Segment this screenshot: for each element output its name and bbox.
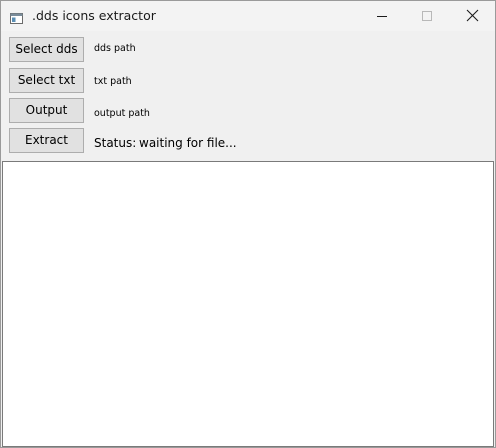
title-bar[interactable]: .dds icons extractor xyxy=(1,1,495,31)
minimize-button[interactable] xyxy=(359,1,405,31)
window-title: .dds icons extractor xyxy=(32,8,156,23)
status-value: waiting for file... xyxy=(139,136,237,150)
output-path-label: output path xyxy=(94,108,150,119)
txt-path-label: txt path xyxy=(94,76,132,87)
app-window-icon xyxy=(10,9,23,24)
output-button[interactable]: Output xyxy=(9,98,84,123)
maximize-button[interactable] xyxy=(404,1,450,31)
app-window: .dds icons extractor Select dds dds path… xyxy=(0,0,496,448)
dds-path-label: dds path xyxy=(94,43,136,54)
status-caption: Status: xyxy=(94,136,137,150)
select-txt-button[interactable]: Select txt xyxy=(9,68,84,93)
extract-button[interactable]: Extract xyxy=(9,128,84,153)
close-button[interactable] xyxy=(450,1,495,31)
client-area: Select dds dds path Select txt txt path … xyxy=(1,31,495,447)
log-text-area[interactable] xyxy=(2,161,494,447)
select-dds-button[interactable]: Select dds xyxy=(9,37,84,62)
